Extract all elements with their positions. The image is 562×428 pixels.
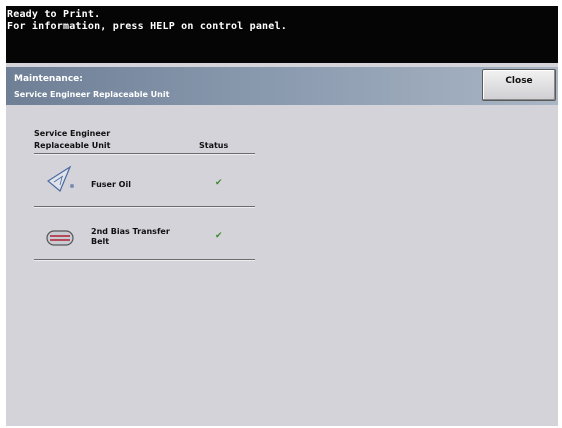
row-label-bias-transfer-belt-line2: Belt [91, 237, 110, 246]
row-label-bias-transfer-belt: 2nd Bias Transfer [91, 227, 170, 236]
row-label-fuser-oil: Fuser Oil [91, 180, 131, 189]
row-divider [34, 259, 255, 261]
fuser-oil-icon [46, 165, 76, 197]
column-header-status: Status [199, 141, 229, 150]
page-subtitle: Service Engineer Replaceable Unit [14, 90, 170, 99]
page-title: Maintenance: [14, 74, 83, 84]
row-divider [34, 206, 255, 208]
status-message-bar: Ready to Print. For information, press H… [6, 6, 558, 63]
status-check-fuser-oil: ✔ [215, 178, 223, 188]
close-button[interactable]: Close [482, 69, 556, 101]
header-divider [34, 153, 255, 155]
column-header-unit-line1: Service Engineer [34, 129, 111, 138]
touch-screen: Ready to Print. For information, press H… [6, 6, 558, 426]
status-check-bias-transfer-belt: ✔ [215, 231, 223, 241]
column-header-unit-line2: Replaceable Unit [34, 141, 111, 150]
transfer-belt-icon [46, 229, 74, 251]
status-line-1: Ready to Print. [7, 9, 101, 20]
maintenance-header: Maintenance: Service Engineer Replaceabl… [6, 67, 558, 105]
status-line-2: For information, press HELP on control p… [7, 21, 287, 32]
